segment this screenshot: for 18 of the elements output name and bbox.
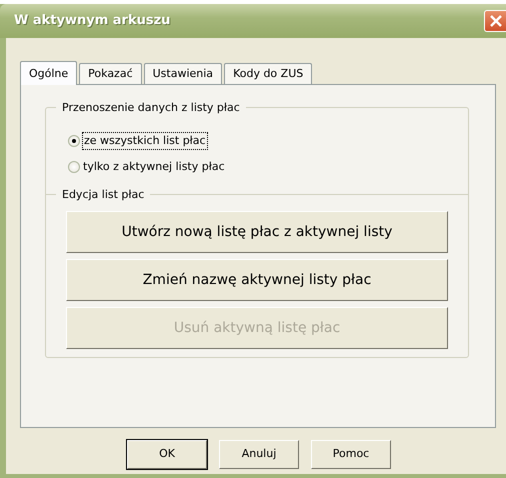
radio-button[interactable] [68,134,80,147]
tab[interactable]: Kody do ZUS [224,63,312,84]
tab[interactable]: Ogólne [20,61,78,85]
tab[interactable]: Pokazać [79,63,142,84]
group-label: Edycja list płac [56,186,150,203]
dialog-button[interactable]: Anuluj [219,440,299,469]
window-title: W aktywnym arkuszu [14,12,170,30]
action-button[interactable]: Zmień nazwę aktywnej listy płac [66,259,448,301]
close-button[interactable] [484,10,506,32]
action-button[interactable]: Utwórz nową listę płac z aktywnej listy [66,211,448,253]
radio-button[interactable] [68,161,80,174]
radio-label[interactable]: ze wszystkich list płac [83,132,207,149]
close-icon [488,14,502,28]
tab[interactable]: Ustawienia [144,63,222,84]
radio-label[interactable]: tylko z aktywnej listy płac [83,159,225,176]
dialog-button[interactable]: Pomoc [311,440,391,469]
dialog-button[interactable]: OK [127,440,207,469]
group-label: Przenoszenie danych z listy płac [56,100,246,116]
